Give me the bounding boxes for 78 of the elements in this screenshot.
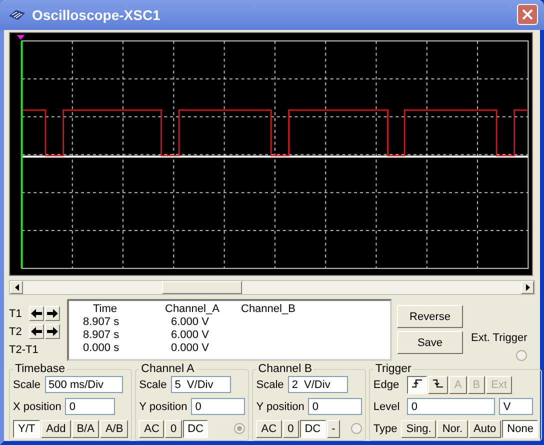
mode-button[interactable]: Nor. [437,420,468,438]
scale-field[interactable]: 5 V/Div [170,376,231,393]
rising-edge-icon [412,378,422,388]
cursor-marker-icon[interactable] [16,34,25,40]
right-triangle-icon [526,284,530,291]
scroll-left-button[interactable] [10,281,23,294]
field-label: X position [13,400,62,412]
position-field[interactable]: 0 [308,398,362,415]
scroll-right-button[interactable] [521,281,534,294]
voltage-value: 6.000 V [170,316,210,329]
action-button[interactable]: Save [397,331,463,354]
level-field[interactable]: 0 [407,398,496,415]
mode-button[interactable]: AC [256,420,282,438]
left-arrow-icon [31,327,42,336]
falling-edge-icon [433,378,444,388]
group-title: Timebase [14,363,66,375]
field-label: Edge [373,378,400,390]
position-field[interactable]: 0 [191,398,246,415]
radio-button[interactable] [234,423,246,434]
scale-field[interactable]: 2 V/Div [288,376,348,393]
left-arrow-button[interactable] [29,324,44,339]
mode-button[interactable]: Sing. [401,420,436,438]
group-title: Channel A [140,363,196,375]
field-label: Scale [139,378,167,390]
group-title: Trigger [374,363,412,375]
field-label: Level [373,400,401,412]
time-value: 8.907 s [82,329,120,342]
mode-button[interactable]: DC [300,420,326,438]
right-arrow-icon [47,327,58,336]
voltage-value: 6.000 V [170,329,210,342]
mode-button[interactable]: 0 [165,420,182,438]
position-field[interactable]: 0 [65,398,116,415]
unit-field[interactable]: V [499,398,534,415]
time-value: 8.907 s [82,316,120,329]
scale-field[interactable]: 500 ms/Div [44,376,123,393]
mode-button[interactable]: - [326,420,340,438]
time-value: 0.000 s [82,342,120,355]
voltage-value: 0.000 V [170,342,210,355]
radio-button[interactable] [351,423,362,434]
field-label: Scale [256,378,284,390]
action-button[interactable]: Reverse [397,305,463,328]
left-arrow-icon [31,309,42,318]
falling-edge-button[interactable] [428,376,448,394]
right-arrow-button[interactable] [45,324,60,339]
close-button[interactable] [517,4,538,26]
close-icon [522,9,533,20]
cursor-label: T2 [9,326,23,338]
horizontal-scrollbar[interactable] [9,280,535,295]
cursor-label: T2-T1 [9,344,40,356]
scroll-thumb[interactable] [162,281,242,294]
oscilloscope-icon [8,8,26,22]
field-label: Scale [13,378,41,390]
ext-trigger-label: Ext. Trigger [471,332,528,344]
window-title: Oscilloscope-XSC1 [32,6,162,23]
mode-button[interactable]: B/A [72,420,100,438]
column-header: Channel_A [164,303,220,316]
mode-button[interactable]: 0 [282,420,299,438]
mode-button[interactable]: A/B [100,420,128,438]
cursor-line[interactable] [20,40,23,268]
mode-button[interactable]: None [502,420,538,438]
mode-button[interactable]: DC [182,420,208,438]
mode-button[interactable]: AC [139,420,164,438]
cursor-label: T1 [9,308,23,320]
group-title: Channel B [257,363,313,375]
right-arrow-icon [47,309,58,318]
left-triangle-icon [14,284,18,291]
mode-button[interactable]: Add [41,420,71,438]
rising-edge-button[interactable] [407,376,428,394]
field-label: Y position [139,400,188,412]
column-header: Time [92,303,118,316]
left-arrow-button[interactable] [29,306,44,321]
field-label: Y position [256,400,304,412]
mode-button[interactable]: Auto [468,420,502,438]
right-arrow-button[interactable] [45,306,60,321]
column-header: Channel_B [241,303,296,316]
field-label: Type [373,422,398,434]
mode-button[interactable]: Y/T [13,420,40,438]
radio-button[interactable] [516,350,528,361]
